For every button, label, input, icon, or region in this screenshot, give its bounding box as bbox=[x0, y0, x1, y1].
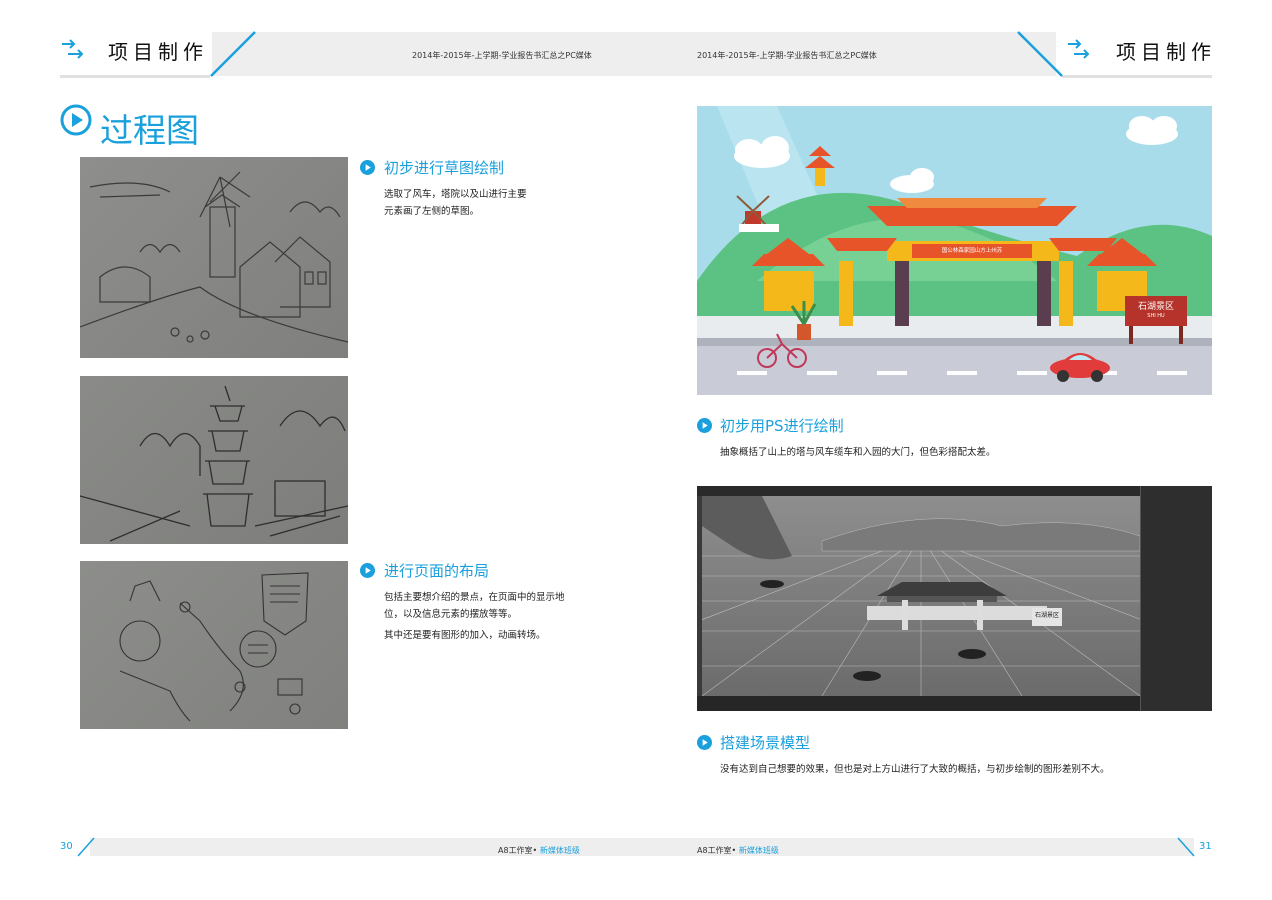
section-title-layout: 进行页面的布局 bbox=[384, 562, 490, 580]
section-body-model: 没有达到自己想要的效果，但也是对上方山进行了大致的概括，与初步绘制的图形差别不大… bbox=[720, 761, 1110, 778]
studio-label: A8工作室• bbox=[697, 846, 737, 855]
header-slash-left bbox=[210, 31, 256, 77]
play-circle-icon bbox=[360, 563, 375, 578]
body-line: 选取了风车，塔院以及山进行主要 bbox=[384, 189, 527, 200]
header-line-left bbox=[60, 75, 210, 78]
body-line: 抽象概括了山上的塔与风车缆车和入园的大门，但色彩搭配太差。 bbox=[720, 447, 996, 458]
scenic-sign-sub: SHI HU bbox=[1147, 313, 1165, 319]
gate-plaque: 国公林森家园山方上州苏 bbox=[941, 248, 1003, 254]
page-title: 过程图 bbox=[100, 111, 199, 150]
footer-studio-left: A8工作室• 新媒体班级 bbox=[498, 845, 580, 856]
header-subtitle-left: 2014年-2015年-上学期-学业报告书汇总之PC媒体 bbox=[412, 51, 592, 60]
model-viewport: 石湖景区 bbox=[702, 496, 1140, 696]
section-body-ps: 抽象概括了山上的塔与风车缆车和入园的大门，但色彩搭配太差。 bbox=[720, 444, 996, 461]
play-circle-icon bbox=[697, 418, 712, 433]
play-circle-icon bbox=[360, 160, 375, 175]
header-line-right bbox=[1062, 75, 1212, 78]
double-arrow-icon bbox=[1068, 39, 1090, 59]
play-circle-icon bbox=[697, 735, 712, 750]
sketch-layout-image bbox=[80, 561, 348, 729]
body-line: 元素画了左侧的草图。 bbox=[384, 206, 480, 217]
class-label: 新媒体班级 bbox=[738, 846, 779, 855]
section-body-sketch: 选取了风车，塔院以及山进行主要 元素画了左侧的草图。 bbox=[384, 186, 527, 220]
ps-illustration-image: 国公林森家园山方上州苏 石湖景区 SHI HU bbox=[697, 106, 1212, 395]
page-number-left: 30 bbox=[60, 841, 73, 852]
section-body-layout: 包括主要想介绍的景点，在页面中的显示地 位，以及信息元素的摆放等等。 其中还是要… bbox=[384, 589, 565, 644]
section-title-model: 搭建场景模型 bbox=[720, 734, 811, 752]
page-number-right: 31 bbox=[1199, 841, 1212, 852]
3d-model-image: 石湖景区 bbox=[697, 486, 1212, 711]
section-title-ps: 初步用PS进行绘制 bbox=[720, 417, 844, 435]
class-label: 新媒体班级 bbox=[539, 846, 580, 855]
scenic-sign-text: 石湖景区 bbox=[1137, 302, 1174, 312]
play-circle-icon bbox=[60, 104, 92, 136]
body-line: 其中还是要有图形的加入，动画转场。 bbox=[384, 630, 546, 641]
header-title-left: 项目制作 bbox=[108, 40, 208, 64]
section-title-sketch: 初步进行草图绘制 bbox=[384, 159, 505, 177]
model-sign-text: 石湖景区 bbox=[1034, 612, 1059, 619]
double-arrow-icon bbox=[62, 39, 84, 59]
model-panel bbox=[1140, 486, 1212, 711]
header-title-right: 项目制作 bbox=[1116, 40, 1216, 64]
header-slash-right bbox=[1017, 31, 1063, 77]
body-line: 没有达到自己想要的效果，但也是对上方山进行了大致的概括，与初步绘制的图形差别不大… bbox=[720, 764, 1110, 775]
footer-slash-left bbox=[77, 837, 95, 857]
studio-label: A8工作室• bbox=[498, 846, 538, 855]
body-line: 包括主要想介绍的景点，在页面中的显示地 bbox=[384, 592, 565, 603]
footer-studio-right: A8工作室• 新媒体班级 bbox=[697, 845, 779, 856]
sketch-pagoda-image bbox=[80, 376, 348, 544]
footer-slash-right bbox=[1177, 837, 1195, 857]
model-menubar bbox=[697, 486, 1212, 496]
header-subtitle-right: 2014年-2015年-上学期-学业报告书汇总之PC媒体 bbox=[697, 51, 877, 60]
sketch-windmill-image bbox=[80, 157, 348, 358]
body-line: 位，以及信息元素的摆放等等。 bbox=[384, 609, 518, 620]
model-timeline bbox=[697, 696, 1140, 711]
